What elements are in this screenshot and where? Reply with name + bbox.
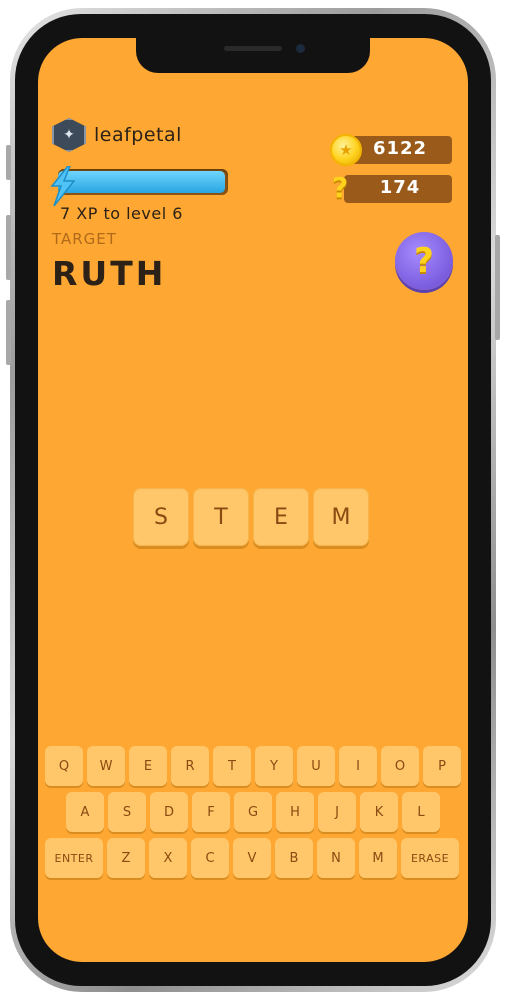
key-v[interactable]: V	[233, 838, 271, 878]
keyboard-row-3: ENTER Z X C V B N M ERASE	[45, 838, 459, 878]
key-x[interactable]: X	[149, 838, 187, 878]
game-screen: ✦ leafpetal 7 XP to level 6 TARGET RUTH …	[38, 38, 468, 962]
xp-fill	[58, 171, 225, 193]
key-c[interactable]: C	[191, 838, 229, 878]
username: leafpetal	[94, 124, 182, 146]
key-l[interactable]: L	[402, 792, 440, 832]
current-word-tiles: S T E M	[133, 488, 369, 546]
key-m[interactable]: M	[359, 838, 397, 878]
key-e[interactable]: E	[129, 746, 167, 786]
keyboard-row-2: A S D F G H J K L	[66, 792, 440, 832]
key-b[interactable]: B	[275, 838, 313, 878]
key-p[interactable]: P	[423, 746, 461, 786]
key-d[interactable]: D	[150, 792, 188, 832]
help-button[interactable]: ?	[395, 232, 453, 290]
speaker-grille	[224, 46, 282, 51]
keyboard-row-1: Q W E R T Y U I O P	[45, 746, 461, 786]
key-z[interactable]: Z	[107, 838, 145, 878]
key-a[interactable]: A	[66, 792, 104, 832]
letter-tile[interactable]: T	[193, 488, 249, 546]
xp-track	[58, 169, 228, 195]
key-r[interactable]: R	[171, 746, 209, 786]
coin-counter[interactable]: ★ 6122	[330, 134, 452, 166]
key-h[interactable]: H	[276, 792, 314, 832]
lightning-bolt-icon	[50, 166, 76, 206]
key-q[interactable]: Q	[45, 746, 83, 786]
key-u[interactable]: U	[297, 746, 335, 786]
target-label: TARGET	[52, 230, 117, 248]
shield-emblem-icon[interactable]: ✦	[52, 118, 86, 152]
front-camera	[296, 44, 305, 53]
letter-tile[interactable]: E	[253, 488, 309, 546]
enter-key[interactable]: ENTER	[45, 838, 103, 878]
key-j[interactable]: J	[318, 792, 356, 832]
coin-value: 6122	[372, 138, 428, 159]
key-i[interactable]: I	[339, 746, 377, 786]
key-y[interactable]: Y	[255, 746, 293, 786]
erase-key[interactable]: ERASE	[401, 838, 459, 878]
mute-switch	[6, 300, 11, 365]
key-o[interactable]: O	[381, 746, 419, 786]
target-word: RUTH	[52, 254, 167, 293]
question-mark-icon: ?	[414, 241, 434, 281]
volume-down-button	[6, 215, 11, 280]
power-button	[495, 235, 500, 340]
notch	[136, 38, 370, 73]
key-t[interactable]: T	[213, 746, 251, 786]
key-k[interactable]: K	[360, 792, 398, 832]
volume-up-button	[6, 145, 11, 180]
question-mark-icon: ?	[332, 171, 349, 204]
player-info: ✦ leafpetal	[52, 118, 182, 152]
hint-counter[interactable]: ? 174	[330, 171, 452, 204]
key-n[interactable]: N	[317, 838, 355, 878]
letter-tile[interactable]: S	[133, 488, 189, 546]
key-w[interactable]: W	[87, 746, 125, 786]
key-f[interactable]: F	[192, 792, 230, 832]
xp-bar	[48, 166, 228, 206]
key-g[interactable]: G	[234, 792, 272, 832]
hint-value: 174	[379, 177, 421, 198]
xp-to-level-text: 7 XP to level 6	[60, 204, 183, 223]
letter-tile[interactable]: M	[313, 488, 369, 546]
key-s[interactable]: S	[108, 792, 146, 832]
